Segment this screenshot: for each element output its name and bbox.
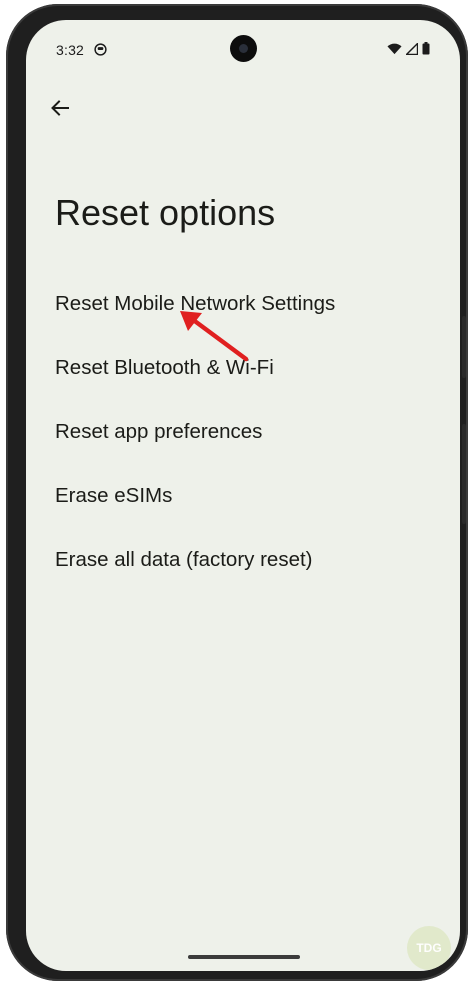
option-reset-mobile-network[interactable]: Reset Mobile Network Settings — [26, 272, 460, 336]
phone-frame: 3:32 Reset options Reset Mobile Network … — [6, 4, 468, 981]
battery-icon — [422, 42, 430, 55]
front-camera — [230, 35, 257, 62]
reset-options-list: Reset Mobile Network Settings Reset Blue… — [26, 272, 460, 592]
back-arrow-icon — [51, 100, 69, 116]
option-erase-esims[interactable]: Erase eSIMs — [26, 464, 460, 528]
screen: 3:32 Reset options Reset Mobile Network … — [26, 20, 460, 971]
power-button — [462, 316, 466, 378]
status-bar: 3:32 — [26, 20, 460, 76]
home-indicator[interactable] — [188, 955, 300, 959]
signal-icon — [406, 42, 418, 55]
option-erase-all-data[interactable]: Erase all data (factory reset) — [26, 528, 460, 592]
watermark-logo: TDG — [407, 926, 451, 970]
volume-buttons — [462, 424, 466, 524]
status-icons — [387, 42, 430, 55]
option-reset-bluetooth-wifi[interactable]: Reset Bluetooth & Wi-Fi — [26, 336, 460, 400]
status-time: 3:32 — [56, 42, 85, 58]
wifi-icon — [387, 43, 402, 54]
face-notification-icon — [94, 43, 107, 56]
back-button[interactable] — [44, 92, 76, 124]
option-reset-app-preferences[interactable]: Reset app preferences — [26, 400, 460, 464]
page-title: Reset options — [55, 192, 276, 233]
